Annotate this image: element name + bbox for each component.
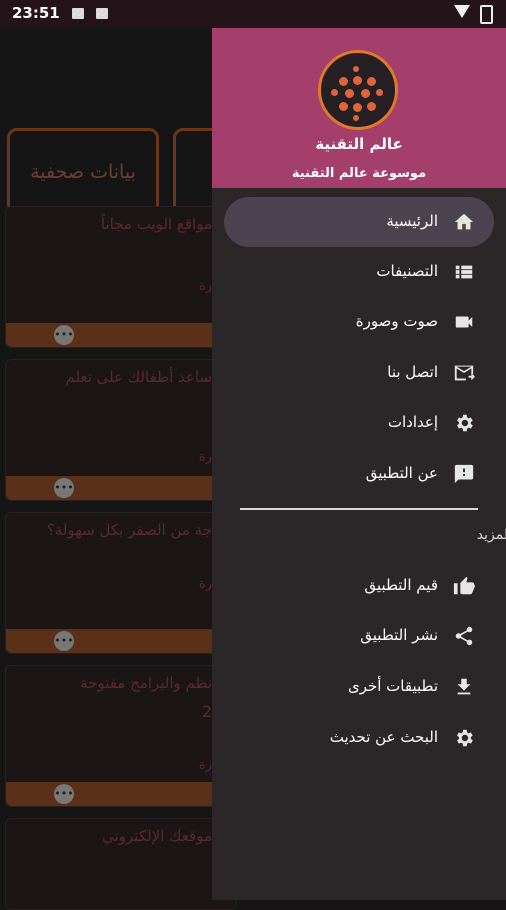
app-logo <box>318 50 398 130</box>
wifi-icon <box>454 5 470 18</box>
share-icon <box>455 626 473 646</box>
article-title: نظم والبرامج مفتوحة <box>80 674 212 692</box>
more-options-icon[interactable]: ••• <box>54 478 74 498</box>
category-label: بيانات صحفية <box>30 161 136 183</box>
drawer-item-label: عن التطبيق <box>365 464 438 482</box>
card-footer: ••• <box>6 782 236 806</box>
status-bar: 23:51 <box>0 0 506 28</box>
drawer-item-rate-app[interactable]: قيم التطبيق <box>224 561 494 611</box>
drawer-item-share-app[interactable]: نشر التطبيق <box>224 611 494 661</box>
settings-icon <box>457 729 473 747</box>
thumbs-up-icon <box>453 576 475 595</box>
feedback-icon <box>454 464 474 484</box>
drawer-item-settings[interactable]: إعدادات <box>224 398 494 448</box>
article-card[interactable]: موقعك الإلكتروني <box>5 818 237 910</box>
drawer-header: عالم التقنية موسوعة عالم التقنية <box>212 0 506 188</box>
drawer-item-label: اتصل بنا <box>387 363 438 381</box>
card-footer: ••• <box>6 323 236 347</box>
drawer-item-about[interactable]: عن التطبيق <box>224 449 494 499</box>
battery-icon <box>480 5 493 24</box>
app-notification-icon <box>96 8 108 19</box>
more-options-icon[interactable]: ••• <box>54 631 74 651</box>
article-title: مواقع الويب مجاناً <box>100 215 212 233</box>
card-footer: ••• <box>6 476 236 500</box>
drawer-item-home[interactable]: الرئيسية <box>224 197 494 247</box>
settings-icon <box>457 414 473 432</box>
drawer-item-audio-video[interactable]: صوت وصورة <box>224 297 494 347</box>
home-icon <box>454 213 474 230</box>
category-tile[interactable]: بيانات صحفية <box>7 128 159 216</box>
article-card[interactable]: نظم والبرامج مفتوحة 2 رة ••• <box>5 665 237 807</box>
drawer-item-label: قيم التطبيق <box>364 576 438 594</box>
article-card[interactable]: ساعد أطفالك على تعلم رة ••• <box>5 359 237 501</box>
article-title: موقعك الإلكتروني <box>102 827 212 845</box>
drawer-divider <box>240 508 478 510</box>
article-meta: رة <box>198 577 212 592</box>
more-options-icon[interactable]: ••• <box>54 325 74 345</box>
article-card[interactable]: مواقع الويب مجاناً رة ••• <box>5 206 237 348</box>
article-meta: رة <box>198 450 212 465</box>
more-options-icon[interactable]: ••• <box>54 784 74 804</box>
videocam-icon <box>455 316 473 328</box>
drawer-item-label: تطبيقات أخرى <box>347 677 438 695</box>
drawer-item-other-apps[interactable]: تطبيقات أخرى <box>224 662 494 712</box>
article-meta: 2 <box>201 702 212 721</box>
drawer-item-label: التصنيفات <box>376 262 438 280</box>
navigation-drawer: عالم التقنية موسوعة عالم التقنية الرئيسي… <box>212 0 506 900</box>
drawer-item-label: الرئيسية <box>386 212 438 230</box>
section-header-more: المزيد <box>476 527 506 543</box>
mail-icon <box>454 365 475 381</box>
download-icon <box>457 678 471 695</box>
drawer-item-check-update[interactable]: البحث عن تحديث <box>224 713 494 763</box>
drawer-item-contact[interactable]: اتصل بنا <box>224 348 494 398</box>
article-card[interactable]: جة من الصفر بكل سهولة؟ رة ••• <box>5 512 237 654</box>
article-title: ساعد أطفالك على تعلم <box>65 368 212 386</box>
app-subtitle: موسوعة عالم التقنية <box>291 166 427 181</box>
drawer-item-categories[interactable]: التصنيفات <box>224 247 494 297</box>
card-footer: ••• <box>6 629 236 653</box>
app-name: عالم التقنية <box>315 135 403 153</box>
drawer-item-label: البحث عن تحديث <box>329 728 438 746</box>
article-meta: رة <box>198 279 212 294</box>
image-notification-icon <box>72 8 84 19</box>
list-icon <box>455 265 473 279</box>
drawer-item-label: إعدادات <box>387 413 438 431</box>
article-title: جة من الصفر بكل سهولة؟ <box>46 521 212 539</box>
drawer-item-label: صوت وصورة <box>355 312 438 330</box>
article-meta: رة <box>198 758 212 773</box>
status-time: 23:51 <box>12 4 60 22</box>
drawer-item-label: نشر التطبيق <box>360 626 438 644</box>
